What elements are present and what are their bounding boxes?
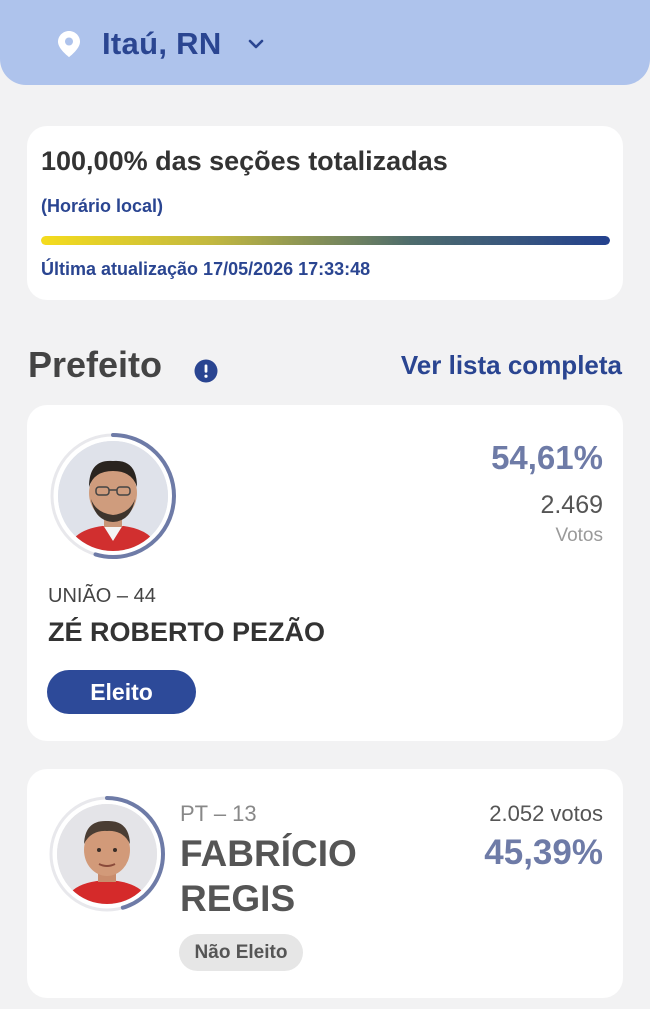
totalization-title: 100,00% das seções totalizadas: [41, 146, 448, 176]
section-title: Prefeito: [28, 344, 163, 385]
vote-percentage: 54,61%: [491, 439, 603, 476]
candidate-name: FABRÍCIO REGIS: [180, 831, 357, 921]
candidate-photo: [57, 804, 157, 904]
last-update-text: Última atualização 17/05/2026 17:33:48: [41, 259, 371, 279]
info-icon[interactable]: [194, 359, 218, 383]
totalization-status-card: 100,00% das seções totalizadas (Horário …: [27, 126, 623, 300]
candidate-avatar: [47, 794, 167, 914]
candidate-avatar: [48, 431, 178, 561]
location-pin-icon: [58, 31, 80, 57]
candidate-party: UNIÃO – 44: [48, 585, 156, 607]
location-selector[interactable]: Itaú, RN: [58, 24, 264, 64]
location-name: Itaú, RN: [102, 26, 222, 61]
candidate-name-line-2: REGIS: [180, 878, 296, 919]
candidate-name: ZÉ ROBERTO PEZÃO: [48, 617, 326, 647]
progress-fill: [41, 236, 610, 245]
vote-percentage: 45,39%: [484, 833, 603, 872]
local-time-note: (Horário local): [41, 196, 164, 216]
candidate-card-1[interactable]: 54,61% 2.469 Votos UNIÃO – 44 ZÉ ROBERTO…: [27, 405, 623, 741]
elected-badge: Eleito: [47, 670, 196, 714]
see-full-list-link[interactable]: Ver lista completa: [401, 350, 622, 381]
location-header: Itaú, RN: [0, 0, 650, 85]
chevron-down-icon[interactable]: [248, 39, 264, 49]
totalization-progress-bar: [41, 236, 610, 245]
candidate-card-2[interactable]: PT – 13 FABRÍCIO REGIS 2.052 votos 45,39…: [27, 769, 623, 998]
candidate-name-line-1: FABRÍCIO: [180, 833, 357, 874]
candidate-party: PT – 13: [180, 801, 257, 826]
vote-count: 2.469: [540, 491, 603, 519]
votes-label: Votos: [555, 525, 603, 546]
vote-count: 2.052 votos: [489, 801, 603, 826]
not-elected-badge: Não Eleito: [179, 934, 303, 971]
candidate-photo: [58, 441, 168, 551]
